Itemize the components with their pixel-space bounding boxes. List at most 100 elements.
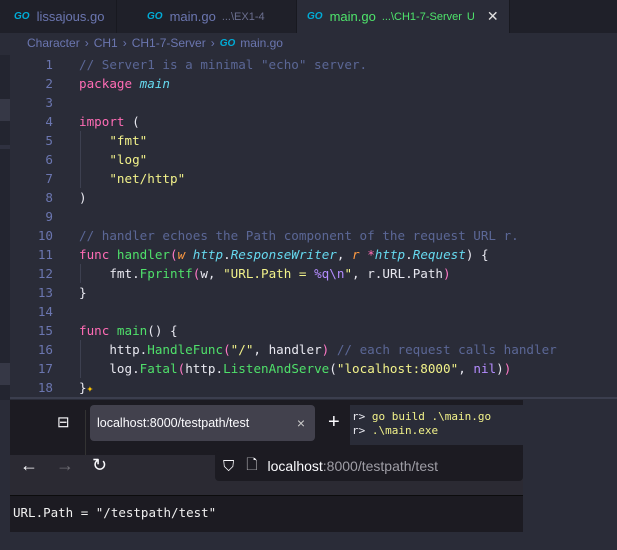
code-token-plain: } bbox=[79, 380, 87, 395]
code-token-plain: . bbox=[405, 247, 413, 262]
go-file-icon: GO bbox=[307, 11, 323, 22]
tab-main-server[interactable]: GO main.go ...\CH1-7-Server U ✕ bbox=[297, 0, 510, 33]
code-token-plain: w, bbox=[200, 266, 224, 281]
reload-icon[interactable]: ↻ bbox=[92, 455, 107, 476]
page-icon[interactable]: 🗋 bbox=[246, 454, 257, 478]
code-token-string: "log" bbox=[109, 152, 148, 167]
editor-tab-bar: GO lissajous.go GO main.go ...\EX1-4 GO … bbox=[0, 0, 617, 33]
code-token-plain: ) { bbox=[465, 247, 489, 262]
code-text: func main() { bbox=[79, 321, 178, 340]
code-text: http.HandleFunc("/", handler) // each re… bbox=[79, 340, 556, 359]
code-line[interactable]: 5 "fmt" bbox=[0, 131, 617, 150]
line-number: 9 bbox=[45, 209, 53, 224]
line-number: 11 bbox=[37, 247, 53, 262]
untracked-badge: U bbox=[466, 10, 475, 23]
code-token-const: %q\n bbox=[314, 266, 345, 281]
back-arrow-icon[interactable]: ← bbox=[20, 455, 38, 476]
code-line[interactable]: 4 import ( bbox=[0, 112, 617, 131]
code-line[interactable]: 1 // Server1 is a minimal "echo" server. bbox=[0, 55, 617, 74]
code-token-param: r bbox=[352, 247, 368, 262]
browser-window: ⊟ localhost:8000/testpath/test × + r> go… bbox=[10, 400, 523, 532]
new-tab-button[interactable]: + bbox=[328, 411, 340, 434]
tab-lissajous[interactable]: GO lissajous.go bbox=[0, 0, 117, 33]
code-line[interactable]: 7 "net/http" bbox=[0, 169, 617, 188]
code-token-comment: // Server1 is a minimal "echo" server. bbox=[79, 57, 368, 72]
breadcrumb-item[interactable]: Character bbox=[27, 36, 80, 50]
code-text: // handler echoes the Path component of … bbox=[79, 226, 519, 245]
chevron-right-icon: › bbox=[84, 36, 89, 50]
line-number: 16 bbox=[37, 342, 53, 357]
line-number: 6 bbox=[45, 152, 53, 167]
browser-nav-bar: ← → ↻ ⛉ 🗋 localhost:8000/testpath/test bbox=[10, 451, 523, 495]
code-token-punct: ( bbox=[132, 114, 140, 129]
breadcrumb-item[interactable]: CH1 bbox=[94, 36, 118, 50]
code-text: "log" bbox=[79, 150, 147, 169]
code-token-plain: http. bbox=[185, 361, 224, 376]
breadcrumb-item[interactable]: CH1-7-Server bbox=[132, 36, 206, 50]
code-token-func: handler bbox=[116, 247, 170, 262]
code-text: fmt.Fprintf(w, "URL.Path = %q\n", r.URL.… bbox=[79, 264, 450, 283]
chevron-right-icon: › bbox=[210, 36, 215, 50]
browser-tab[interactable]: localhost:8000/testpath/test × bbox=[90, 405, 315, 441]
code-line[interactable]: 11 func handler(w http.ResponseWriter, r … bbox=[0, 245, 617, 264]
code-token-func: HandleFunc bbox=[147, 342, 224, 357]
line-number: 1 bbox=[45, 57, 53, 72]
shield-icon[interactable]: ⛉ bbox=[223, 458, 234, 475]
line-number: 12 bbox=[37, 266, 53, 281]
code-token-pkgname: main bbox=[139, 76, 171, 91]
code-line[interactable]: 10 // handler echoes the Path component o… bbox=[0, 226, 617, 245]
page-output-text: URL.Path = "/testpath/test" bbox=[13, 505, 217, 520]
code-line[interactable]: 12 fmt.Fprintf(w, "URL.Path = %q\n", r.U… bbox=[0, 264, 617, 283]
code-token-type: ResponseWriter bbox=[230, 247, 337, 262]
go-file-icon: GO bbox=[14, 11, 30, 22]
url-bar[interactable]: ⛉ 🗋 localhost:8000/testpath/test bbox=[215, 451, 523, 481]
code-token-plain: ( bbox=[329, 361, 337, 376]
code-token-plain: ) bbox=[496, 361, 504, 376]
line-number: 7 bbox=[45, 171, 53, 186]
tab-main-ex1-4[interactable]: GO main.go ...\EX1-4 bbox=[117, 0, 297, 33]
code-line[interactable]: 2 package main bbox=[0, 74, 617, 93]
tab-label: main.go bbox=[329, 9, 376, 24]
code-text: "fmt" bbox=[79, 131, 147, 150]
code-token-plain: , r.URL.Path bbox=[352, 266, 444, 281]
code-text: "net/http" bbox=[79, 169, 185, 188]
code-line[interactable]: 14 bbox=[0, 302, 617, 321]
code-token-paren: ( bbox=[170, 247, 178, 262]
breadcrumb-item[interactable]: main.go bbox=[240, 36, 283, 50]
close-tab-icon[interactable]: × bbox=[297, 415, 305, 431]
code-token-plain: , bbox=[458, 361, 474, 376]
code-token-string: "URL.Path = bbox=[223, 266, 315, 281]
code-text: }✦ bbox=[79, 378, 93, 398]
code-text: func handler(w http.ResponseWriter, r *h… bbox=[79, 245, 489, 264]
code-token-type: http bbox=[374, 247, 406, 262]
code-line[interactable]: 3 bbox=[0, 93, 617, 112]
tab-overview-icon[interactable]: ⊟ bbox=[57, 413, 70, 431]
line-number: 10 bbox=[37, 228, 53, 243]
code-token-func: Fprintf bbox=[139, 266, 193, 281]
close-icon[interactable]: ✕ bbox=[487, 8, 499, 25]
code-token-string: "net/http" bbox=[109, 171, 186, 186]
code-line[interactable]: 13} bbox=[0, 283, 617, 302]
code-token-plain: http. bbox=[79, 342, 148, 357]
code-line[interactable]: 17 log.Fatal(http.ListenAndServe("localh… bbox=[0, 359, 617, 378]
code-token-type: Request bbox=[412, 247, 466, 262]
code-text: ) bbox=[79, 188, 87, 207]
code-text: } bbox=[79, 283, 87, 302]
code-line[interactable]: 8) bbox=[0, 188, 617, 207]
code-editor[interactable]: 1 // Server1 is a minimal "echo" server. 2… bbox=[0, 55, 617, 397]
line-number: 18 bbox=[37, 380, 53, 395]
code-line[interactable]: 16 http.HandleFunc("/", handler) // each… bbox=[0, 340, 617, 359]
code-token-plain: , handler bbox=[253, 342, 322, 357]
code-token-paren: ) bbox=[503, 361, 512, 376]
code-text: import ( bbox=[79, 112, 140, 131]
code-token-keyword: package bbox=[79, 76, 140, 91]
code-line[interactable]: 9 bbox=[0, 207, 617, 226]
code-line[interactable]: 18 }✦ bbox=[0, 378, 617, 397]
code-line[interactable]: 15 func main() { bbox=[0, 321, 617, 340]
code-line[interactable]: 6 "log" bbox=[0, 150, 617, 169]
code-token-punct: ) bbox=[79, 190, 87, 205]
forward-arrow-icon[interactable]: → bbox=[56, 455, 74, 476]
panel-divider bbox=[10, 397, 617, 399]
code-token-keyword: import bbox=[79, 114, 133, 129]
